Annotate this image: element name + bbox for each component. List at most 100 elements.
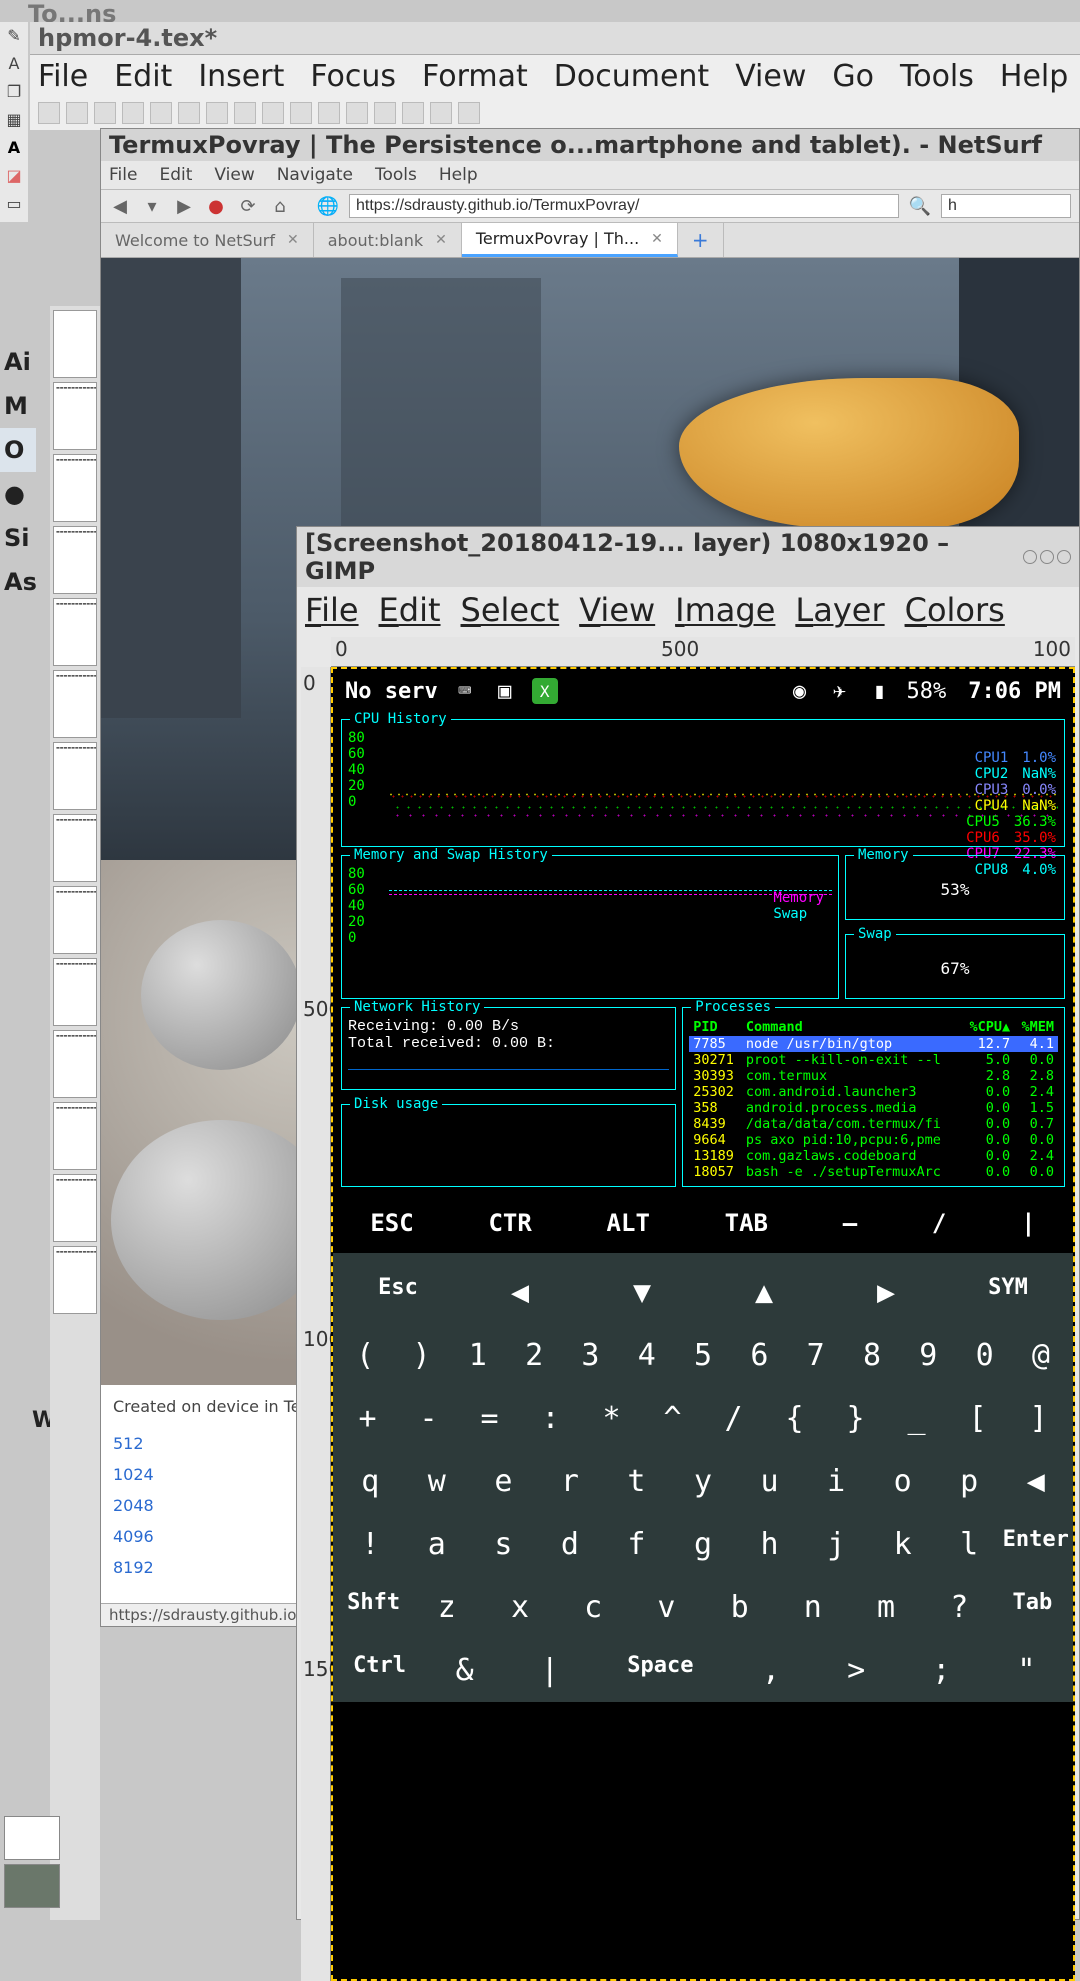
menu-item[interactable]: File [305,591,359,629]
gimp-layer-thumbs[interactable] [0,1812,64,1912]
keyboard-key[interactable]: ! [337,1513,404,1576]
keyboard-key[interactable]: 5 [675,1324,731,1387]
extra-key[interactable]: CTR [488,1209,531,1237]
menu-item[interactable]: File [38,59,88,94]
keyboard-key[interactable]: d [537,1513,604,1576]
keyboard-key[interactable]: o [869,1450,936,1513]
keyboard-key[interactable]: ; [899,1639,984,1702]
keyboard-key[interactable]: r [537,1450,604,1513]
process-row[interactable]: 30271proot --kill-on-exit --l5.00.0 [689,1052,1058,1068]
keyboard-key[interactable]: 0 [956,1324,1012,1387]
keyboard-key[interactable]: t [603,1450,670,1513]
keyboard-key[interactable]: b [703,1576,776,1639]
keyboard-key[interactable]: Ctrl [337,1639,422,1702]
process-row[interactable]: 13189com.gazlaws.codeboard0.02.4 [689,1148,1058,1164]
page-thumb[interactable]: ▬▬▬▬▬▬▬▬▬▬▬▬▬▬▬▬▬▬ [53,598,97,666]
page-thumb[interactable]: ▬▬▬▬▬▬▬▬▬▬▬▬▬▬▬▬▬▬ [53,454,97,522]
keyboard-key[interactable]: Esc [337,1261,459,1324]
forward-button[interactable]: ▶ [173,195,195,217]
menu-item[interactable]: Tools [375,165,417,185]
keyboard-key[interactable]: ▲ [703,1261,825,1324]
home-button[interactable]: ⌂ [269,195,291,217]
keyboard-key[interactable]: } [825,1387,886,1450]
keyboard-key[interactable]: 9 [900,1324,956,1387]
keyboard-key[interactable]: 8 [844,1324,900,1387]
process-row[interactable]: 9664ps axo pid:10,pcpu:6,pme0.00.0 [689,1132,1058,1148]
keyboard-key[interactable]: " [984,1639,1069,1702]
keyboard-key[interactable]: u [736,1450,803,1513]
menu-item[interactable]: Help [1000,59,1068,94]
window-controls[interactable] [1023,550,1071,564]
process-row[interactable]: 8439/data/data/com.termux/fi0.00.7 [689,1116,1058,1132]
extra-key[interactable]: | [1021,1209,1035,1237]
menu-item[interactable]: Format [422,59,528,94]
keyboard-key[interactable]: | [507,1639,592,1702]
keyboard-key[interactable]: f [603,1513,670,1576]
tool-icon[interactable]: ✎ [2,26,26,50]
back-dropdown[interactable]: ▾ [141,195,163,217]
keyboard-key[interactable]: a [404,1513,471,1576]
menu-item[interactable]: Edit [159,165,192,185]
tool-icon[interactable]: A [2,54,26,78]
keyboard-key[interactable]: ) [393,1324,449,1387]
extra-key[interactable]: TAB [725,1209,768,1237]
extra-key[interactable]: — [843,1209,857,1237]
keyboard-key[interactable]: Tab [996,1576,1069,1639]
tool-icon[interactable]: ❐ [2,82,26,106]
toolbar-icon[interactable] [374,102,396,124]
keyboard-key[interactable]: ^ [642,1387,703,1450]
keyboard-key[interactable]: l [936,1513,1003,1576]
reload-button[interactable]: ⟳ [237,195,259,217]
keyboard-key[interactable]: e [470,1450,537,1513]
keyboard-key[interactable]: c [557,1576,630,1639]
keyboard-key[interactable]: 3 [562,1324,618,1387]
tool-icon[interactable]: ▦ [2,110,26,134]
menu-item[interactable]: Layer [795,591,884,629]
page-thumb[interactable]: ▬▬▬▬▬▬▬▬▬▬▬▬▬▬▬▬▬▬ [53,958,97,1026]
url-input[interactable] [349,194,899,218]
keyboard-key[interactable]: h [736,1513,803,1576]
menu-item[interactable]: Edit [379,591,441,629]
toolbar-icon[interactable] [458,102,480,124]
page-thumb[interactable]: ▬▬▬▬▬▬▬▬▬▬▬▬ [53,526,97,594]
process-row[interactable]: 358android.process.media0.01.5 [689,1100,1058,1116]
keyboard-key[interactable]: 4 [619,1324,675,1387]
menu-item[interactable]: Image [675,591,775,629]
gimp-titlebar[interactable]: [Screenshot_20180412-19... layer) 1080x1… [297,527,1079,587]
page-thumb[interactable]: ▬▬▬▬▬▬▬▬▬▬▬▬▬▬▬▬▬▬ [53,742,97,810]
keyboard-key[interactable]: g [670,1513,737,1576]
tool-item[interactable]: O [0,428,36,472]
keyboard-key[interactable]: ▶ [825,1261,947,1324]
tool-item[interactable]: Si [0,516,36,560]
page-thumb[interactable]: ▬▬▬▬▬▬▬▬▬▬▬▬▬▬▬▬▬▬ [53,1102,97,1170]
keyboard-key[interactable]: ◀ [1002,1450,1069,1513]
menu-item[interactable]: Document [554,59,709,94]
toolbar-icon[interactable] [122,102,144,124]
keyboard-key[interactable]: * [581,1387,642,1450]
browser-tab[interactable]: about:blank✕ [314,223,462,257]
keyboard-key[interactable]: > [814,1639,899,1702]
keyboard-key[interactable]: & [422,1639,507,1702]
close-icon[interactable]: ✕ [651,231,663,247]
menu-item[interactable]: View [735,59,806,94]
editor-titlebar[interactable]: hpmor-4.tex* [30,22,1080,55]
toolbar-icon[interactable] [290,102,312,124]
keyboard-key[interactable]: ( [337,1324,393,1387]
keyboard-key[interactable]: i [803,1450,870,1513]
extra-key[interactable]: ALT [607,1209,650,1237]
toolbar-icon[interactable] [178,102,200,124]
tool-item[interactable]: M [0,384,36,428]
keyboard-key[interactable]: ] [1008,1387,1069,1450]
search-input[interactable] [941,194,1071,218]
keyboard-key[interactable]: x [483,1576,556,1639]
toolbar-icon[interactable] [234,102,256,124]
menu-item[interactable]: Help [439,165,478,185]
tool-icon[interactable]: ▭ [2,194,26,218]
keyboard-key[interactable]: ◀ [459,1261,581,1324]
toolbar-icon[interactable] [38,102,60,124]
toolbar-icon[interactable] [206,102,228,124]
menu-item[interactable]: Insert [198,59,284,94]
keyboard-key[interactable]: + [337,1387,398,1450]
keyboard-key[interactable]: , [729,1639,814,1702]
keyboard-key[interactable]: n [776,1576,849,1639]
